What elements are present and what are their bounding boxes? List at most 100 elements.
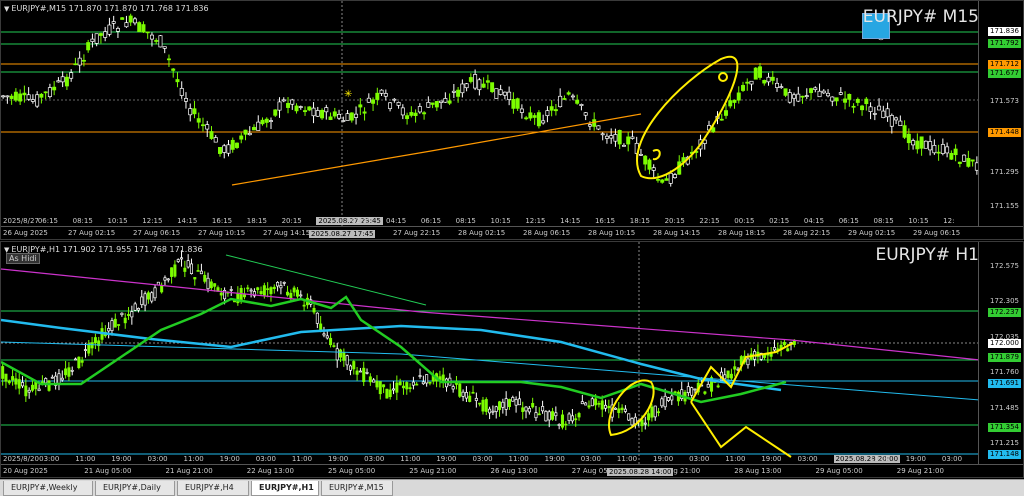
m15-time-axis[interactable]: 26 Aug 2025 27 Aug 02:15 27 Aug 06:15 27 Au…: [1, 226, 1023, 239]
candle-body: [90, 342, 94, 349]
candle-body: [325, 335, 329, 339]
candle-body: [770, 76, 775, 81]
time-label: 03:00: [39, 455, 60, 463]
price-tag: 171.448: [988, 128, 1021, 137]
candle-body: [521, 407, 525, 412]
candle-body: [451, 386, 455, 390]
candle-body: [229, 289, 233, 291]
candle-body: [498, 89, 503, 95]
chart-tab[interactable]: EURJPY#,M15: [321, 481, 393, 496]
time-label: 12:15: [525, 217, 546, 225]
candle-body: [494, 406, 498, 412]
candle-body: [50, 376, 54, 379]
candle-body: [213, 283, 217, 287]
candle-body: [56, 80, 61, 83]
time-label: 11:00: [725, 455, 746, 463]
m15-chart-header: ▼ EURJPY#,M15 171.870 171.870 171.768 171…: [4, 4, 209, 13]
candle-body: [354, 113, 359, 118]
candle-body: [192, 108, 197, 115]
time-label: 2025/8/20: [3, 455, 39, 463]
candle-body: [426, 102, 431, 108]
chart-tab[interactable]: EURJPY#,H4: [177, 481, 249, 496]
m15-chart-window[interactable]: ✳◡ ▼EURJPY#,M15 171.870 171.870 171.768 …: [0, 0, 1024, 240]
candle-body: [349, 112, 354, 121]
time-label: 03:00: [689, 455, 710, 463]
candle-body: [415, 383, 419, 386]
candle-body: [276, 282, 280, 287]
candle-body: [98, 33, 103, 36]
chart-tab[interactable]: EURJPY#,Weekly: [3, 481, 93, 496]
candle-body: [587, 124, 592, 127]
time-label: 28 Aug 18:15: [718, 229, 766, 237]
candle-body: [583, 112, 588, 116]
candle-body: [651, 167, 656, 171]
candle-body: [111, 21, 116, 24]
candle-body: [311, 107, 316, 117]
candle-body: [315, 312, 319, 324]
candle-body: [468, 77, 473, 82]
candle-body: [166, 278, 170, 281]
candle-body: [736, 92, 741, 101]
candle-body: [575, 99, 580, 104]
candle-body: [902, 125, 907, 138]
time-label: 26 Aug 13:00: [490, 467, 538, 475]
candle-body: [269, 120, 273, 122]
candle-body: [14, 378, 18, 385]
candle-body: [587, 405, 591, 408]
candle-body: [299, 294, 303, 297]
candle-body: [362, 367, 366, 383]
collapse-triangle-icon[interactable]: ▼: [4, 5, 9, 13]
time-label: 03:00: [364, 455, 385, 463]
candle-body: [703, 391, 707, 394]
candle-body: [860, 105, 865, 111]
candle-body: [176, 259, 180, 262]
candle-body: [579, 104, 584, 106]
candle-body: [553, 109, 558, 112]
candle-body: [417, 106, 422, 113]
candle-body: [365, 372, 369, 374]
candle-body: [179, 88, 184, 96]
candle-body: [494, 88, 499, 99]
candle-body: [375, 92, 380, 100]
candle-body: [60, 377, 64, 381]
candle-body: [488, 408, 492, 414]
candle-body: [21, 382, 25, 387]
candle-body: [430, 102, 435, 105]
time-label: 10:15: [107, 217, 128, 225]
candle-body: [5, 95, 10, 98]
candle-body: [647, 413, 651, 421]
h1-price-axis[interactable]: 172.575 172.305 172.237 172.035 172.000 …: [978, 242, 1023, 477]
candle-body: [617, 408, 621, 413]
candle-body: [490, 82, 495, 93]
time-label: 2025/8/27: [3, 217, 39, 225]
candle-body: [388, 102, 393, 109]
h1-symbol-label: EURJPY# H1: [875, 245, 979, 265]
candle-body: [928, 141, 933, 151]
candle-body: [621, 144, 626, 147]
candle-body: [554, 412, 558, 417]
h1-price-chart[interactable]: [1, 242, 980, 465]
time-label: 11:00: [616, 455, 638, 463]
m15-price-axis[interactable]: 171.836 171.792 171.712 171.677 171.573 …: [978, 1, 1023, 239]
chart-tab[interactable]: EURJPY#,Daily: [95, 481, 175, 496]
candle-body: [315, 110, 320, 117]
time-label: 18:15: [629, 217, 650, 225]
price-label: 171.485: [990, 404, 1019, 412]
candle-body: [201, 124, 205, 127]
candle-body: [166, 58, 171, 61]
candle-body: [570, 95, 575, 98]
time-label: 16:15: [211, 217, 233, 225]
price-label: 172.575: [990, 262, 1019, 270]
candle-body: [549, 106, 554, 111]
candle-body: [74, 358, 78, 361]
candle-body: [604, 404, 608, 409]
candle-body: [133, 303, 137, 311]
h1-chart-window[interactable]: ▼ EURJPY#,H1 171.902 171.955 171.768 171.…: [0, 241, 1024, 478]
h1-time-axis[interactable]: 20 Aug 2025 21 Aug 05:00 21 Aug 21:00 22 Au…: [1, 464, 1023, 477]
candle-body: [392, 388, 396, 391]
chart-background: [1, 242, 980, 465]
candle-body: [733, 366, 737, 370]
m15-price-chart[interactable]: ✳◡: [1, 1, 980, 227]
chart-tab[interactable]: EURJPY#,H1: [251, 481, 319, 496]
candle-body: [269, 287, 273, 295]
